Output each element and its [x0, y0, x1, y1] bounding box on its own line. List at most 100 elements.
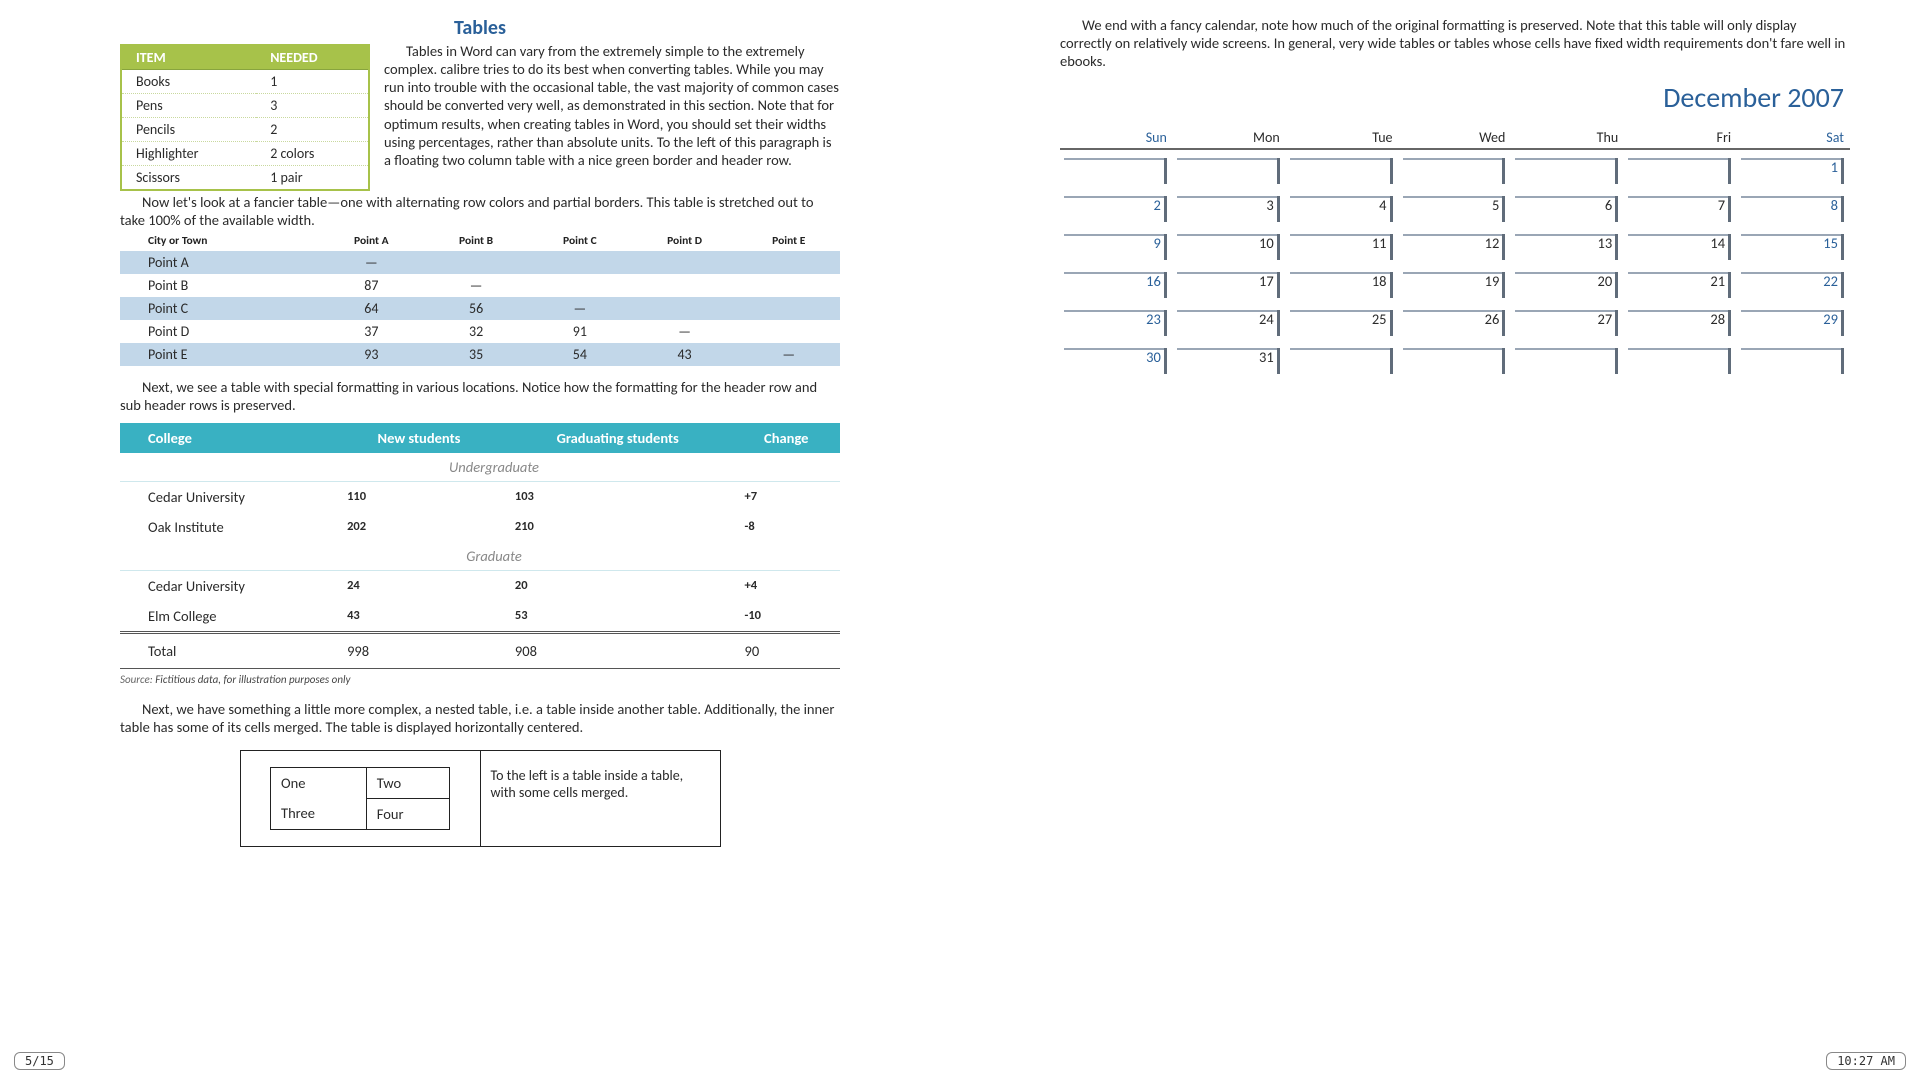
calendar-daynum: 29: [1823, 310, 1838, 328]
calendar-daynum: 26: [1485, 310, 1500, 328]
table-cell: Highlighter: [121, 142, 256, 166]
calendar-daynum: 30: [1146, 348, 1161, 366]
table-cell: [737, 251, 840, 274]
college-subhead-grad: Graduate: [120, 542, 840, 571]
college-total-label: Total: [120, 632, 335, 668]
calendar-cell: 29: [1737, 310, 1850, 340]
table-cell: 210: [503, 512, 733, 542]
college-th-3: Change: [733, 423, 840, 453]
table-cell: 1: [256, 70, 369, 94]
table-cell: Point D: [120, 320, 319, 343]
calendar-cell: 8: [1737, 196, 1850, 226]
table-cell: 54: [528, 343, 631, 366]
table-row: Elm College4353-10: [120, 601, 840, 633]
calendar-cell: 17: [1173, 272, 1286, 302]
table-header: Point A: [319, 231, 424, 251]
table-cell: +7: [733, 481, 840, 512]
calendar-cell: 10: [1173, 234, 1286, 264]
calendar-cell: [1060, 158, 1173, 188]
calendar-daynum: 28: [1710, 310, 1725, 328]
time-indicator: 10:27 AM: [1826, 1052, 1906, 1070]
calendar-daynum: 13: [1598, 234, 1613, 252]
table-cell: Pencils: [121, 118, 256, 142]
table-cell: —: [319, 251, 424, 274]
calendar-cell: [1286, 158, 1399, 188]
calendar-cell: 18: [1286, 272, 1399, 302]
table-header: Point C: [528, 231, 631, 251]
table-cell: [632, 251, 738, 274]
source-label: Source:: [120, 673, 153, 686]
table-cell: 64: [319, 297, 424, 320]
table-cell: Point E: [120, 343, 319, 366]
table-cell: Books: [121, 70, 256, 94]
table-cell: —: [737, 343, 840, 366]
nested-four: Four: [366, 798, 449, 829]
table-cell: Point C: [120, 297, 319, 320]
table-row: Cedar University2420+4: [120, 570, 840, 601]
nested-two: Two: [366, 767, 449, 798]
table-cell: Oak Institute: [120, 512, 335, 542]
table-cell: 87: [319, 274, 424, 297]
table-cell: 2: [256, 118, 369, 142]
college-subhead-ug: Undergraduate: [120, 453, 840, 482]
calendar-cell: 25: [1286, 310, 1399, 340]
calendar-cell: [1399, 158, 1512, 188]
calendar-cell: 19: [1399, 272, 1512, 302]
table-cell: [737, 297, 840, 320]
table-cell: 32: [424, 320, 528, 343]
calendar-daynum: 3: [1266, 196, 1273, 214]
table-cell: 56: [424, 297, 528, 320]
calendar-cell: 2: [1060, 196, 1173, 226]
table-cell: —: [632, 320, 738, 343]
college-total-1: 998: [335, 632, 503, 668]
calendar-cell: 28: [1624, 310, 1737, 340]
table-row: Point A—: [120, 251, 840, 274]
calendar-daynum: 7: [1718, 196, 1725, 214]
table-cell: 2 colors: [256, 142, 369, 166]
table-header: Point D: [632, 231, 738, 251]
calendar-cell: [1737, 348, 1850, 378]
table-cell: 93: [319, 343, 424, 366]
calendar-weekday: Thu: [1511, 129, 1624, 150]
calendar-cell: 16: [1060, 272, 1173, 302]
calendar-cell: 5: [1399, 196, 1512, 226]
calendar-cell: 21: [1624, 272, 1737, 302]
green-table: ITEM NEEDED Books1Pens3Pencils2Highlight…: [120, 44, 370, 191]
calendar-table: SunMonTueWedThuFriSat 123456789101112131…: [1060, 121, 1850, 386]
nested-one: One: [281, 774, 356, 792]
calendar-daynum: 9: [1153, 234, 1160, 252]
tables-heading: Tables: [120, 16, 840, 40]
table-cell: 53: [503, 601, 733, 633]
calendar-cell: 30: [1060, 348, 1173, 378]
table-cell: Scissors: [121, 166, 256, 191]
source-note: Source: Fictitious data, for illustratio…: [120, 673, 840, 686]
calendar-cell: 7: [1624, 196, 1737, 226]
table-cell: Cedar University: [120, 481, 335, 512]
calendar-cell: 31: [1173, 348, 1286, 378]
table-cell: 43: [335, 601, 503, 633]
college-th-0: College: [120, 423, 335, 453]
calendar-cell: 27: [1511, 310, 1624, 340]
calendar-row: 23242526272829: [1060, 310, 1850, 340]
calendar-paragraph: We end with a fancy calendar, note how m…: [1060, 16, 1850, 70]
table-cell: 91: [528, 320, 631, 343]
calendar-daynum: 18: [1372, 272, 1387, 290]
page-right: We end with a fancy calendar, note how m…: [960, 0, 1920, 1020]
calendar-cell: 20: [1511, 272, 1624, 302]
calendar-weekday: Tue: [1286, 129, 1399, 150]
calendar-daynum: 16: [1146, 272, 1161, 290]
table-cell: -10: [733, 601, 840, 633]
table-row: Point B87—: [120, 274, 840, 297]
calendar-daynum: 8: [1831, 196, 1838, 214]
calendar-cell: 3: [1173, 196, 1286, 226]
table-cell: 43: [632, 343, 738, 366]
alternating-table: City or TownPoint APoint BPoint CPoint D…: [120, 231, 840, 366]
nested-outer-left: One Three Two Four: [240, 750, 480, 846]
table-cell: [737, 320, 840, 343]
calendar-weekday: Fri: [1624, 129, 1737, 150]
page-indicator[interactable]: 5/15: [14, 1052, 65, 1070]
special-formatting-paragraph: Next, we see a table with special format…: [120, 378, 840, 414]
nested-three: Three: [281, 804, 356, 822]
table-cell: 24: [335, 570, 503, 601]
calendar-row: 16171819202122: [1060, 272, 1850, 302]
